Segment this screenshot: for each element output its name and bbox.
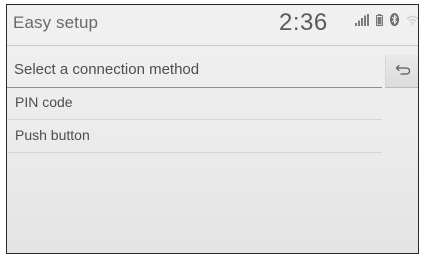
clock: 2:36 [279, 9, 328, 36]
screen: Easy setup 2:36 Select a connection meth… [6, 4, 419, 254]
status-icons [355, 13, 418, 31]
wifi-icon [406, 13, 418, 31]
option-push-button[interactable]: Push button [7, 120, 382, 153]
option-pin-code[interactable]: PIN code [7, 87, 382, 120]
header-bar: Easy setup 2:36 [7, 5, 418, 46]
section-title: Select a connection method [14, 61, 200, 78]
section-header: Select a connection method [7, 55, 382, 88]
option-label: Push button [15, 127, 90, 143]
back-arrow-icon [395, 62, 411, 80]
back-button[interactable] [385, 55, 418, 88]
battery-icon [376, 13, 383, 31]
bluetooth-icon [390, 13, 399, 31]
page-title: Easy setup [13, 13, 99, 32]
signal-bars-icon [355, 13, 369, 31]
option-label: PIN code [15, 94, 73, 110]
